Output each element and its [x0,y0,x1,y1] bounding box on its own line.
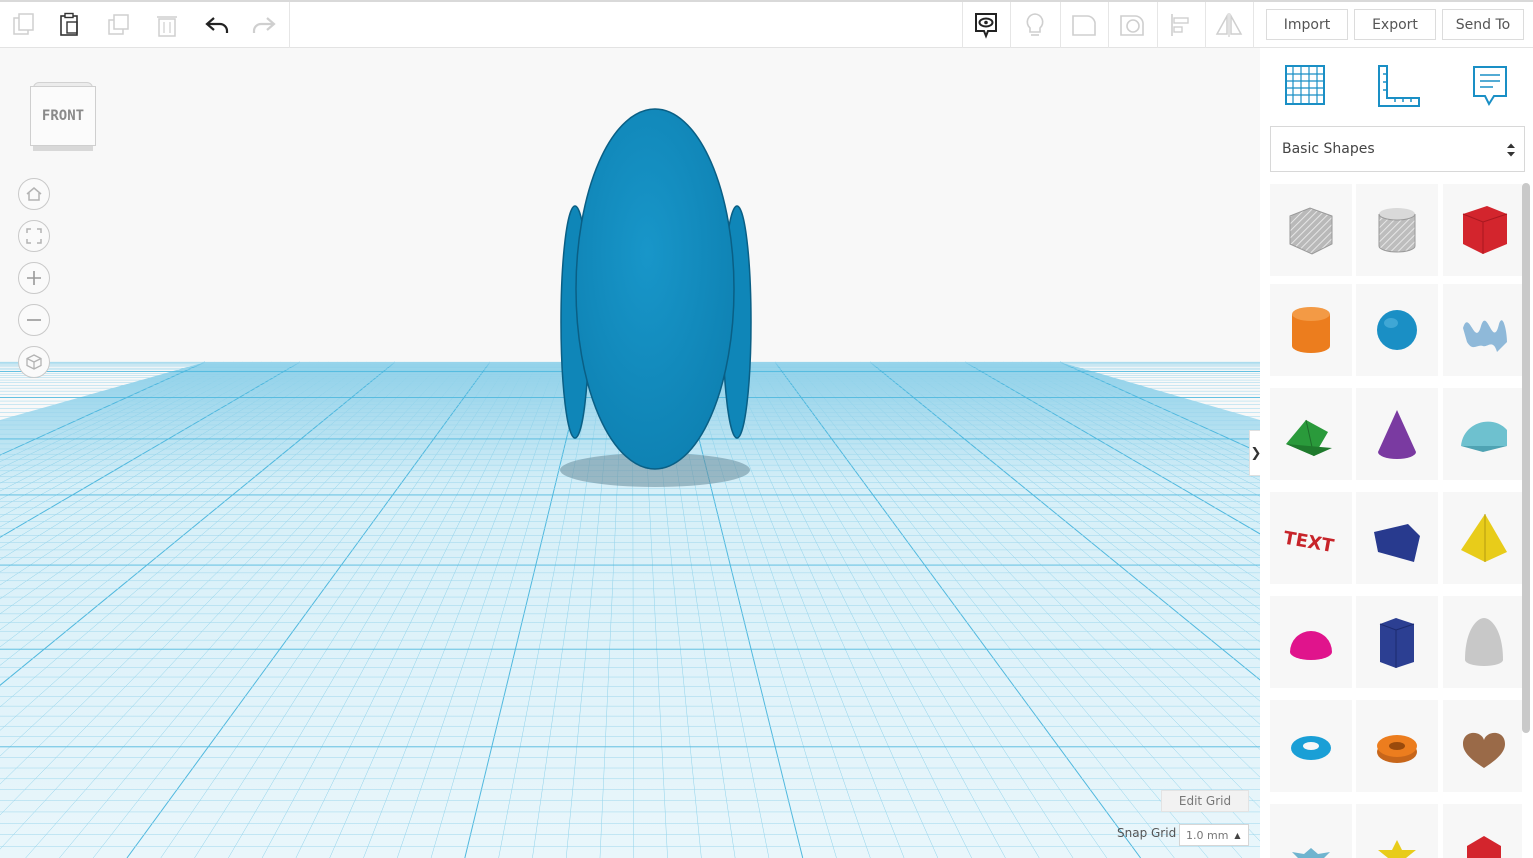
fit-view-button[interactable] [18,220,50,252]
notes-icon[interactable] [1471,64,1511,112]
shape-tile-torus[interactable] [1270,700,1352,792]
shape-tile-roof[interactable] [1270,388,1352,480]
shape-tile-round-roof[interactable] [1443,388,1522,480]
shape-tile-star-yellow[interactable] [1356,804,1438,858]
cylinder-shape-icon [1280,298,1342,362]
import-button[interactable]: Import [1266,9,1348,40]
send-to-button[interactable]: Send To [1442,9,1524,40]
shape-tile-box-hole[interactable] [1270,184,1352,276]
caret-up-icon: ▲ [1234,830,1241,840]
shape-tile-star[interactable] [1270,804,1352,858]
shape-tile-pyramid[interactable] [1443,492,1522,584]
star-yellow-shape-icon [1366,818,1428,858]
heart-shape-icon [1453,714,1515,778]
shape-tile-text[interactable]: TEXT [1270,492,1352,584]
shape-tile-icosahedron[interactable] [1443,804,1522,858]
shape-tile-box[interactable] [1443,184,1522,276]
toolbar-divider [1253,2,1254,48]
cylinder-hole-shape-icon [1366,198,1428,262]
edit-grid-button[interactable]: Edit Grid [1161,790,1249,812]
export-button[interactable]: Export [1354,9,1436,40]
zoom-in-icon [27,271,41,285]
edit-grid-label: Edit Grid [1178,794,1232,808]
hole-icon[interactable] [1108,2,1156,48]
copy-icon[interactable] [0,2,48,48]
scribble-shape-icon [1453,298,1515,362]
lightbulb-icon[interactable] [1011,2,1059,48]
home-icon [26,187,42,201]
shape-tile-wedge[interactable] [1356,492,1438,584]
shape-category-value: Basic Shapes [1282,141,1375,157]
shape-tile-scribble[interactable] [1443,284,1522,376]
box-shape-icon [1453,198,1515,262]
workplane-viewport[interactable]: FRONT Edit Grid Snap Grid 1.0 mm ▲ [0,48,1260,858]
roof-shape-icon [1280,402,1342,466]
zoom-out-icon [27,319,41,321]
view-notes-icon[interactable] [962,2,1010,48]
shape-tile-cylinder-hole[interactable] [1356,184,1438,276]
duplicate-icon[interactable] [95,2,143,48]
tube-shape-icon [1366,714,1428,778]
sphere-shape-icon [1366,298,1428,362]
mirror-icon[interactable] [1205,2,1253,48]
shape-icon[interactable] [1060,2,1108,48]
shape-tile-polygon[interactable] [1356,596,1438,688]
zoom-out-button[interactable] [18,304,50,336]
snap-grid-select[interactable]: 1.0 mm ▲ [1179,824,1249,846]
select-arrows-icon [1507,143,1515,157]
icosahedron-shape-icon [1453,818,1515,858]
shape-tile-sphere[interactable] [1356,284,1438,376]
workplane-grid-icon[interactable] [1284,64,1328,112]
cone-shape-icon [1366,402,1428,466]
toolbar-divider [289,2,290,48]
egg-body-shape[interactable] [575,108,735,470]
fit-view-icon [26,228,42,244]
shape-tile-heart[interactable] [1443,700,1522,792]
perspective-icon [26,354,42,370]
polygon-shape-icon [1366,610,1428,674]
panel-scrollbar[interactable] [1522,183,1530,733]
workplane-scene[interactable] [0,48,1260,858]
round-roof-shape-icon [1453,402,1515,466]
svg-text:TEXT: TEXT [1282,528,1336,558]
perspective-button[interactable] [18,346,50,378]
shape-tile-half-sphere[interactable] [1270,596,1352,688]
shape-tile-paraboloid[interactable] [1443,596,1522,688]
box-hole-shape-icon [1280,198,1342,262]
torus-shape-icon [1280,714,1342,778]
undo-icon[interactable] [193,2,241,48]
ruler-icon[interactable] [1377,64,1421,112]
shape-category-select[interactable]: Basic Shapes [1270,126,1525,172]
star-shape-icon [1280,818,1342,858]
snap-grid-value: 1.0 mm [1186,828,1229,842]
shape-library-grid: TEXT [1260,180,1522,858]
align-icon[interactable] [1157,2,1205,48]
view-cube[interactable]: FRONT [30,82,96,152]
wedge-shape-icon [1366,506,1428,570]
home-view-button[interactable] [18,178,50,210]
main-toolbar: Import Export Send To [0,0,1533,48]
shape-tile-cone[interactable] [1356,388,1438,480]
zoom-in-button[interactable] [18,262,50,294]
half-sphere-shape-icon [1280,610,1342,674]
paraboloid-shape-icon [1453,610,1515,674]
snap-grid-label: Snap Grid [1117,826,1177,840]
pyramid-shape-icon [1453,506,1515,570]
shape-tile-cylinder[interactable] [1270,284,1352,376]
text-shape-icon: TEXT [1280,506,1342,570]
shape-tile-tube[interactable] [1356,700,1438,792]
paste-icon[interactable] [46,2,94,48]
redo-icon[interactable] [240,2,288,48]
trash-icon[interactable] [143,2,191,48]
view-cube-label: FRONT [41,108,85,124]
